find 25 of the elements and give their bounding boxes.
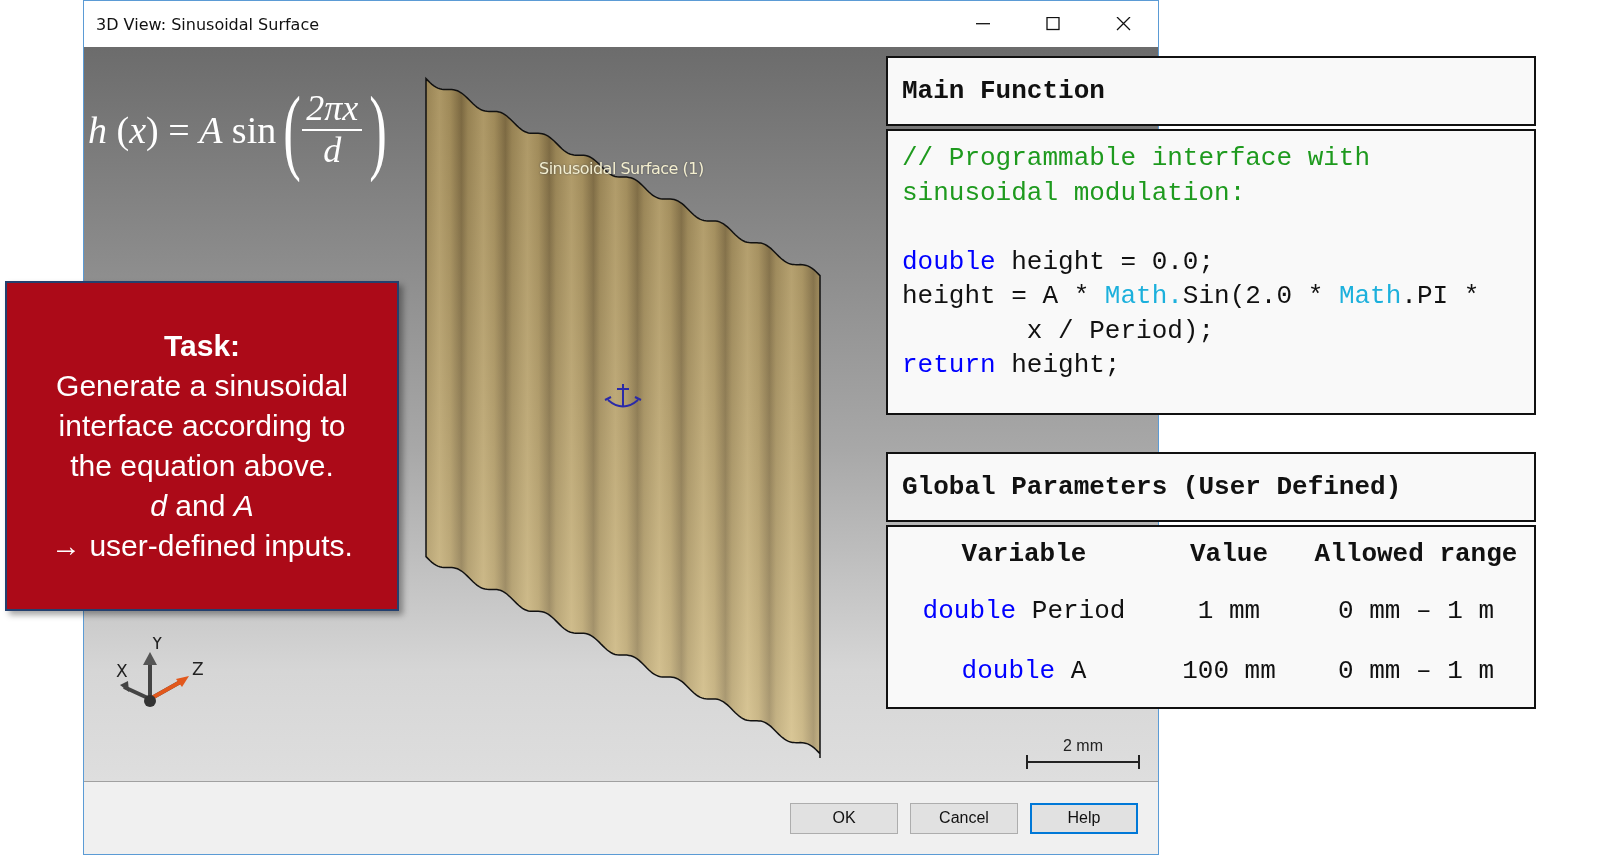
column-header: Variable bbox=[960, 539, 1088, 569]
scale-label: 2 mm bbox=[1063, 737, 1103, 755]
table-cell-text: double A bbox=[960, 656, 1088, 686]
column-header: Value bbox=[1189, 539, 1269, 569]
panel-title: Main Function bbox=[886, 56, 1536, 126]
minimize-icon bbox=[975, 23, 991, 25]
axis-label: X bbox=[116, 661, 128, 681]
table-cell-text: double Period bbox=[921, 596, 1127, 626]
dialog-button[interactable]: Cancel bbox=[910, 802, 1018, 834]
table-cell-text: 100 mm bbox=[1181, 656, 1277, 686]
code-line: return height; bbox=[902, 349, 1122, 382]
task-title: Task: bbox=[163, 328, 241, 364]
table-cell-text: 0 mm – 1 m bbox=[1337, 656, 1495, 686]
axis-label: Z bbox=[192, 659, 204, 679]
close-icon bbox=[1115, 17, 1131, 31]
corrugated-surface-drawing[interactable] bbox=[425, 77, 821, 759]
panel-title: Global Parameters (User Defined) bbox=[886, 452, 1536, 522]
dialog-button[interactable]: Help bbox=[1030, 802, 1138, 834]
table-cell-text: 0 mm – 1 m bbox=[1337, 596, 1495, 626]
window-title: 3D View: Sinusoidal Surface bbox=[96, 14, 321, 34]
column-header: Allowed range bbox=[1313, 539, 1519, 569]
axis-label: Y bbox=[152, 637, 163, 653]
maximize-icon bbox=[1045, 17, 1061, 31]
table-cell-text: 1 mm bbox=[1196, 596, 1262, 626]
dialog-button[interactable]: OK bbox=[790, 802, 898, 834]
